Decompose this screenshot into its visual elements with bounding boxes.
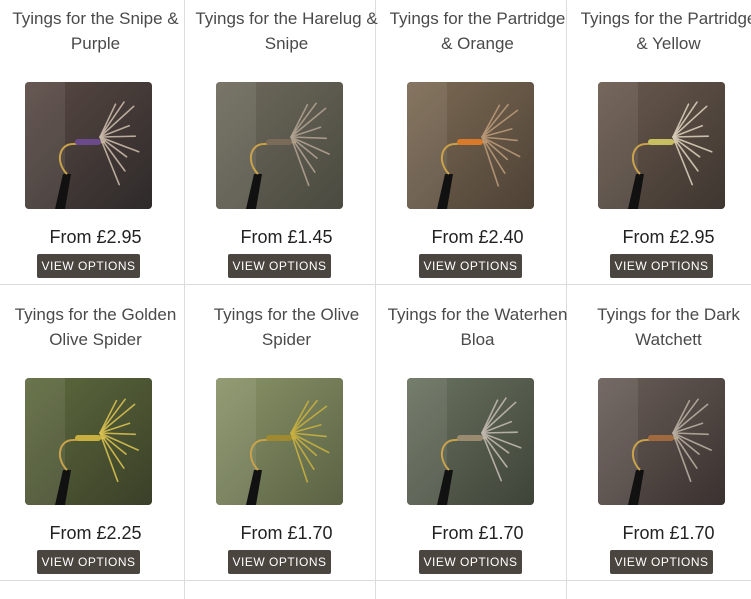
product-card[interactable]: Tyings for the Partridge & Yellow From £2… (573, 0, 751, 295)
fly-waterhen-bloa-photo[interactable] (407, 378, 534, 505)
product-card[interactable]: Tyings for the Snipe & Purple From £2.95 V… (0, 0, 191, 295)
product-card[interactable]: Tyings for the Harelug & Snipe From £1.45… (191, 0, 382, 295)
view-options-button[interactable]: VIEW OPTIONS (228, 550, 331, 574)
view-options-button[interactable]: VIEW OPTIONS (610, 550, 713, 574)
product-card[interactable]: Tyings for the Golden Olive Spider From £… (0, 296, 191, 591)
view-options-button[interactable]: VIEW OPTIONS (419, 550, 522, 574)
product-title[interactable]: Tyings for the Partridge & Orange (386, 6, 569, 62)
product-price: From £1.70 (431, 523, 524, 543)
view-options-button[interactable]: VIEW OPTIONS (37, 550, 140, 574)
product-price: From £1.70 (622, 523, 715, 543)
product-grid: Tyings for the Snipe & Purple From £2.95 V… (0, 0, 751, 599)
view-options-button[interactable]: VIEW OPTIONS (419, 254, 522, 278)
view-options-button[interactable]: VIEW OPTIONS (228, 254, 331, 278)
product-card[interactable]: Tyings for the Waterhen Bloa From £1.70 VI… (382, 296, 573, 591)
fly-golden-olive-spider-photo[interactable] (25, 378, 152, 505)
product-price: From £2.95 (622, 227, 715, 247)
product-title[interactable]: Tyings for the Waterhen Bloa (386, 302, 569, 358)
fly-partridge-yellow-photo[interactable] (598, 82, 725, 209)
fly-snipe-purple-photo[interactable] (25, 82, 152, 209)
view-options-button[interactable]: VIEW OPTIONS (37, 254, 140, 278)
fly-harelug-snipe-photo[interactable] (216, 82, 343, 209)
view-options-button[interactable]: VIEW OPTIONS (610, 254, 713, 278)
fly-dark-watchett-photo[interactable] (598, 378, 725, 505)
product-card[interactable]: Tyings for the Partridge & Orange From £2… (382, 0, 573, 295)
product-price: From £2.95 (49, 227, 142, 247)
product-price: From £2.40 (431, 227, 524, 247)
product-price: From £1.45 (240, 227, 333, 247)
product-card[interactable]: Tyings for the Dark Watchett From £1.70 VI… (573, 296, 751, 591)
product-price: From £2.25 (49, 523, 142, 543)
product-title[interactable]: Tyings for the Olive Spider (195, 302, 378, 358)
product-title[interactable]: Tyings for the Golden Olive Spider (4, 302, 187, 358)
product-title[interactable]: Tyings for the Partridge & Yellow (577, 6, 751, 62)
product-title[interactable]: Tyings for the Snipe & Purple (4, 6, 187, 62)
product-title[interactable]: Tyings for the Dark Watchett (577, 302, 751, 358)
fly-olive-spider-photo[interactable] (216, 378, 343, 505)
product-card[interactable]: Tyings for the Olive Spider From £1.70 VIE… (191, 296, 382, 591)
fly-partridge-orange-photo[interactable] (407, 82, 534, 209)
product-title[interactable]: Tyings for the Harelug & Snipe (195, 6, 378, 62)
product-price: From £1.70 (240, 523, 333, 543)
